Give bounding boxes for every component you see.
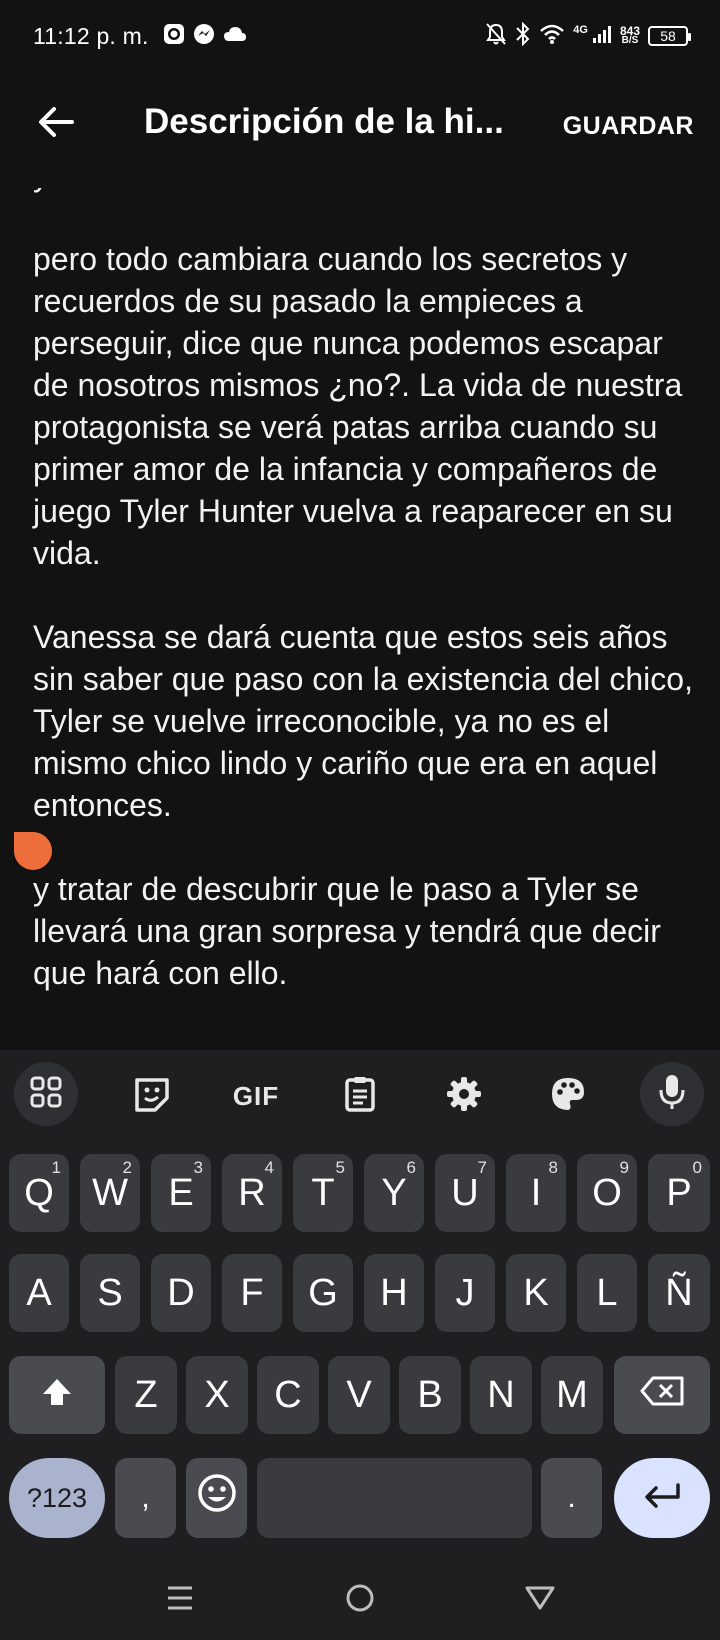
key-i[interactable]: I8 [506, 1154, 566, 1232]
key-o[interactable]: O9 [577, 1154, 637, 1232]
backspace-icon [639, 1374, 685, 1417]
notification-icons [163, 23, 247, 50]
menu-icon [166, 1585, 194, 1616]
keyboard: GIF Q1 W2 E3 R4 T5 Y6 U7 I8 O9 P0 A S D … [0, 1050, 720, 1640]
editor-paragraph-2: Vanessa se dará cuenta que estos seis añ… [33, 619, 693, 823]
microphone-icon [658, 1073, 686, 1116]
mute-bell-icon [485, 22, 507, 51]
editor-paragraph-1: pero todo cambiara cuando los secretos y… [33, 241, 683, 571]
key-enye[interactable]: Ñ [648, 1254, 710, 1332]
save-button[interactable]: GUARDAR [563, 112, 694, 141]
navigation-bar [0, 1560, 720, 1640]
theme-button[interactable] [540, 1072, 596, 1120]
key-q[interactable]: Q1 [9, 1154, 69, 1232]
status-time: 11:12 p. m. [33, 22, 149, 49]
key-u[interactable]: U7 [435, 1154, 495, 1232]
apps-grid-button[interactable] [14, 1062, 78, 1126]
key-t[interactable]: T5 [293, 1154, 353, 1232]
key-h[interactable]: H [364, 1254, 424, 1332]
enter-arrow-icon [642, 1477, 682, 1520]
voice-input-button[interactable] [640, 1062, 704, 1126]
keyboard-toolbar: GIF [0, 1050, 720, 1142]
net-speed: 843 B/S [619, 24, 640, 46]
key-x[interactable]: X [186, 1356, 248, 1434]
key-z[interactable]: Z [115, 1356, 177, 1434]
text-cursor-handle[interactable] [14, 832, 52, 870]
sticker-button[interactable] [124, 1072, 180, 1120]
key-v[interactable]: V [328, 1356, 390, 1434]
period-key[interactable]: . [541, 1458, 602, 1538]
key-s[interactable]: S [80, 1254, 140, 1332]
settings-icon [446, 1076, 482, 1117]
key-j[interactable]: J [435, 1254, 495, 1332]
symbols-key[interactable]: ?123 [9, 1458, 105, 1538]
page-title: Descripción de la hi... [144, 102, 504, 141]
wifi-icon [539, 23, 565, 50]
key-c[interactable]: C [257, 1356, 319, 1434]
key-n[interactable]: N [470, 1356, 532, 1434]
back-triangle-icon [524, 1585, 556, 1616]
gif-icon: GIF [232, 1080, 280, 1111]
whatsapp-icon [163, 23, 185, 50]
shift-arrow-icon [41, 1374, 73, 1417]
system-status: 4G 843 B/S 58 [485, 21, 691, 51]
key-p[interactable]: P0 [648, 1154, 710, 1232]
signal-icon [592, 24, 612, 49]
key-e[interactable]: E3 [151, 1154, 211, 1232]
key-w[interactable]: W2 [80, 1154, 140, 1232]
backspace-key[interactable] [614, 1356, 710, 1434]
bluetooth-icon [515, 21, 531, 51]
key-d[interactable]: D [151, 1254, 211, 1332]
key-f[interactable]: F [222, 1254, 282, 1332]
key-l[interactable]: L [577, 1254, 637, 1332]
key-g[interactable]: G [293, 1254, 353, 1332]
editor-text[interactable]: y Josel pero todo cambiara cuando los se… [33, 188, 693, 1036]
settings-button[interactable] [436, 1072, 492, 1120]
emoji-icon [197, 1473, 237, 1523]
home-button[interactable] [335, 1578, 385, 1622]
key-m[interactable]: M [541, 1356, 603, 1434]
palette-icon [550, 1076, 586, 1117]
enter-key[interactable] [614, 1458, 710, 1538]
emoji-key[interactable] [186, 1458, 247, 1538]
apps-grid-icon [30, 1076, 62, 1113]
comma-key[interactable]: , [115, 1458, 176, 1538]
gif-button[interactable]: GIF [228, 1072, 284, 1120]
key-r[interactable]: R4 [222, 1154, 282, 1232]
editor-paragraph-3: y tratar de descubrir que le paso a Tyle… [33, 871, 661, 991]
shift-key[interactable] [9, 1356, 105, 1434]
home-icon [345, 1583, 375, 1618]
space-key[interactable] [257, 1458, 532, 1538]
sticker-icon [133, 1076, 171, 1117]
key-a[interactable]: A [9, 1254, 69, 1332]
recent-apps-button[interactable] [155, 1578, 205, 1622]
back-button[interactable] [34, 102, 78, 146]
battery-icon: 58 [648, 26, 691, 46]
clipboard-button[interactable] [332, 1072, 388, 1120]
clipboard-icon [344, 1075, 376, 1118]
cloud-icon [223, 25, 247, 48]
key-k[interactable]: K [506, 1254, 566, 1332]
app-bar: Descripción de la hi... GUARDAR [0, 72, 720, 188]
messenger-icon [193, 23, 215, 50]
description-editor[interactable]: y Josel pero todo cambiara cuando los se… [0, 188, 720, 1050]
arrow-left-icon [38, 106, 74, 143]
back-nav-button[interactable] [515, 1578, 565, 1622]
status-bar: 11:12 p. m. 4G 843 B/S 58 [0, 0, 720, 72]
editor-partial-line: y Josel [33, 188, 693, 196]
network-type: 4G [573, 24, 588, 36]
key-b[interactable]: B [399, 1356, 461, 1434]
key-y[interactable]: Y6 [364, 1154, 424, 1232]
